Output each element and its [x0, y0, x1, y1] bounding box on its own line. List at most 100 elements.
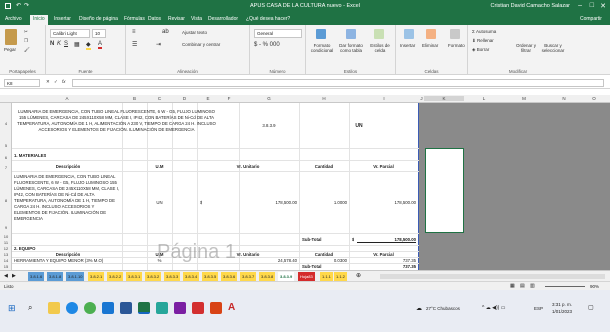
- item-code[interactable]: 3.8.3.9: [241, 123, 297, 128]
- sort-filter-button[interactable]: Ordenar y filtrar: [514, 43, 538, 53]
- zoom-slider[interactable]: [545, 286, 585, 287]
- column-header[interactable]: N: [544, 96, 584, 101]
- sheet-tab[interactable]: 3.8.2.2: [107, 272, 124, 281]
- column-header[interactable]: O: [584, 96, 604, 101]
- row-header[interactable]: 5: [0, 143, 12, 148]
- find-select-button[interactable]: Buscar y seleccionar: [540, 43, 566, 53]
- row-header[interactable]: 8: [0, 198, 12, 203]
- section-title[interactable]: 1. MATERIALES: [14, 153, 46, 158]
- row-header[interactable]: 7: [0, 165, 12, 170]
- column-header[interactable]: M: [504, 96, 544, 101]
- font-color-icon[interactable]: A: [98, 41, 103, 49]
- column-header[interactable]: A: [12, 96, 122, 101]
- cell-styles-button[interactable]: Estilos de celda: [366, 43, 394, 53]
- column-header[interactable]: G: [239, 96, 299, 101]
- sheet-tab[interactable]: 3.8.1.10: [66, 272, 85, 281]
- fill-button[interactable]: ⬇ Rellenar: [472, 38, 494, 44]
- add-sheet-icon[interactable]: ⊕: [356, 272, 361, 279]
- column-header[interactable]: L: [464, 96, 504, 101]
- sheet-tab[interactable]: 3.8.3.5: [202, 272, 219, 281]
- tab-insertar[interactable]: Insertar: [54, 16, 71, 22]
- row-header[interactable]: 10: [0, 234, 12, 239]
- file-explorer-icon[interactable]: [48, 302, 60, 314]
- format-painter-icon[interactable]: 🖌: [24, 47, 30, 53]
- conditional-format-button[interactable]: Formato condicional: [308, 43, 336, 53]
- row-header[interactable]: 13: [0, 252, 12, 257]
- indent-icon[interactable]: ⇥: [156, 41, 161, 48]
- fx-icon[interactable]: fx: [62, 79, 66, 84]
- page-layout-icon[interactable]: ▤: [520, 283, 525, 289]
- equipment-partial[interactable]: 737.35: [349, 258, 416, 263]
- equipment-unit-price[interactable]: 24,578.40: [239, 258, 297, 263]
- row-header[interactable]: 4: [0, 121, 12, 126]
- paste-button[interactable]: Pegar: [4, 47, 16, 52]
- sheet-tab[interactable]: 3.8.3.8: [259, 272, 276, 281]
- tab-datos[interactable]: Datos: [148, 16, 161, 22]
- material-um[interactable]: UN: [147, 200, 172, 205]
- format-cells-icon[interactable]: [450, 29, 460, 39]
- align-left-icon[interactable]: ☰: [132, 41, 137, 48]
- tab-formulas[interactable]: Fórmulas: [124, 16, 145, 22]
- header-partial[interactable]: Vr. Parcial: [349, 164, 418, 169]
- prev-sheet-icon[interactable]: ◀: [4, 273, 8, 279]
- browser-icon[interactable]: [66, 302, 78, 314]
- tab-archivo[interactable]: Archivo: [5, 16, 22, 22]
- tab-inicio[interactable]: Inicio: [30, 15, 48, 25]
- column-header[interactable]: C: [147, 96, 172, 101]
- merge-center-button[interactable]: Combinar y centrar: [182, 42, 220, 47]
- next-sheet-icon[interactable]: ▶: [12, 273, 16, 279]
- copy-icon[interactable]: ❐: [24, 38, 28, 44]
- item-unit[interactable]: UN: [301, 123, 417, 129]
- excel-icon[interactable]: [138, 302, 150, 314]
- bold-icon[interactable]: N: [50, 41, 54, 47]
- paste-icon[interactable]: [5, 29, 17, 45]
- font-size-select[interactable]: 10: [92, 29, 106, 38]
- sheet-tab[interactable]: 3.8.3.4: [183, 272, 200, 281]
- sheet-tab[interactable]: 3.8.3.1: [126, 272, 143, 281]
- row-header[interactable]: 12: [0, 246, 12, 251]
- column-header[interactable]: D: [172, 96, 197, 101]
- autocad-icon[interactable]: A: [228, 302, 235, 313]
- sheet-tab[interactable]: 3.8.3.6: [221, 272, 238, 281]
- sheet-tab[interactable]: 3.8.1.8: [47, 272, 64, 281]
- wrap-text-button[interactable]: Ajustar texto: [182, 30, 207, 35]
- tab-desarrollador[interactable]: Desarrollador: [208, 16, 238, 22]
- clock-date[interactable]: 1/01/2023: [552, 309, 572, 314]
- pdf-icon[interactable]: [192, 302, 204, 314]
- user-name[interactable]: Cristian David Camacho Salazar: [491, 3, 570, 9]
- name-box[interactable]: K8: [4, 79, 40, 87]
- sheet-tab[interactable]: 3.8.2.1: [88, 272, 105, 281]
- word-icon[interactable]: [120, 302, 132, 314]
- tray-icons[interactable]: ^ ☁ ◀)) ▭: [482, 305, 505, 311]
- insert-cells-icon[interactable]: [404, 29, 414, 39]
- font-name-select[interactable]: Calibri Light: [50, 29, 90, 38]
- header-um[interactable]: U.M: [147, 164, 172, 169]
- equipment-quantity[interactable]: 0.0300: [299, 258, 347, 263]
- sheet-tab[interactable]: 3.8.3.3: [164, 272, 181, 281]
- zoom-level[interactable]: 90%: [590, 284, 599, 289]
- photos-icon[interactable]: [174, 302, 186, 314]
- powerpoint-icon[interactable]: [210, 302, 222, 314]
- conditional-format-icon[interactable]: [316, 29, 326, 39]
- number-format-select[interactable]: General: [254, 29, 302, 38]
- table-format-button[interactable]: Dar formato como tabla: [337, 43, 365, 53]
- formula-input[interactable]: [72, 79, 604, 87]
- spreadsheet-grid[interactable]: LUMINARIA DE EMERGENCIA, CON TUBO LINEAL…: [12, 103, 610, 270]
- cancel-icon[interactable]: ✕: [46, 79, 50, 85]
- sheet-tab[interactable]: 3.8.1.6: [28, 272, 45, 281]
- currency-icon[interactable]: $ - % 000: [254, 42, 280, 48]
- equipment-description[interactable]: HERRAMIENTA Y EQUIPO MENOR (3% M.O): [14, 258, 120, 263]
- insert-cells-button[interactable]: Insertar: [400, 43, 415, 48]
- sheet-tab[interactable]: 3.8.3.2: [145, 272, 162, 281]
- format-cells-button[interactable]: Formato: [448, 43, 465, 48]
- notifications-icon[interactable]: ▢: [588, 304, 594, 311]
- material-quantity[interactable]: 1.0000: [299, 200, 347, 205]
- column-header[interactable]: H: [299, 96, 349, 101]
- minimize-icon[interactable]: –: [578, 2, 582, 9]
- material-unit-price[interactable]: 178,500.00: [239, 200, 297, 205]
- input-language[interactable]: ESP: [534, 306, 543, 311]
- app-icon[interactable]: [102, 302, 114, 314]
- sheet-tab[interactable]: 3.8.3.7: [240, 272, 257, 281]
- sheet-tab-active[interactable]: 3.8.3.9: [278, 272, 295, 281]
- fill-color-icon[interactable]: ◆: [86, 41, 91, 50]
